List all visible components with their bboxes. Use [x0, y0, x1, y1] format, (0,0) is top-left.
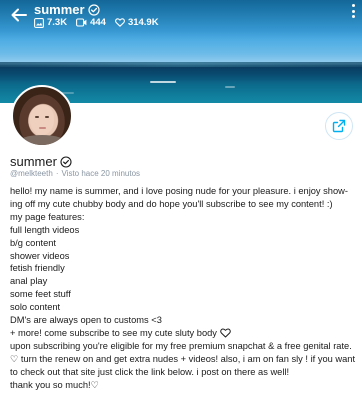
- bio-line: my page features:: [10, 211, 85, 222]
- bio-text: hello! my name is summer, and i love pos…: [10, 185, 356, 392]
- bio-line: anal play: [10, 276, 48, 287]
- bio-line: full length videos: [10, 224, 80, 235]
- profile-header: summer 7.3K 444 314.9K: [0, 0, 362, 34]
- stat-videos-value: 444: [90, 17, 106, 28]
- last-seen: Visto hace 20 minutos: [61, 169, 141, 178]
- avatar-lips: [39, 127, 46, 129]
- bio-line: some feet stuff: [10, 289, 71, 300]
- more-dot-icon: [351, 9, 355, 13]
- heart-icon: [115, 18, 125, 27]
- cover-wave: [150, 81, 176, 83]
- avatar-face: [30, 105, 54, 135]
- cover-horizon: [0, 62, 362, 67]
- arrow-left-icon: [11, 8, 27, 22]
- header-username-text: summer: [34, 2, 85, 17]
- stat-likes: 314.9K: [115, 17, 159, 28]
- verified-icon: [60, 155, 72, 168]
- bio-line: upon subscribing you're eligible for my …: [10, 340, 356, 377]
- share-icon: [332, 119, 346, 133]
- share-button[interactable]: [325, 112, 353, 140]
- bio-line-text: + more! come subscribe to see my cute sl…: [10, 327, 217, 338]
- subline-separator: ·: [55, 169, 59, 178]
- bio-line: fetish friendly: [10, 263, 65, 274]
- bio-line: thank you so much!♡: [10, 379, 99, 390]
- stat-videos: 444: [76, 17, 106, 28]
- avatar-eye: [45, 116, 49, 118]
- bio-line: DM's are always open to customs <3: [10, 315, 162, 326]
- profile-name: summer: [10, 154, 72, 169]
- bio-line: shower videos: [10, 250, 70, 261]
- avatar-shirt: [19, 135, 65, 145]
- stat-photos-value: 7.3K: [47, 17, 68, 28]
- more-dot-icon: [351, 4, 355, 7]
- avatar-eye: [35, 116, 39, 118]
- header-stats: 7.3K 444 314.9K: [34, 17, 159, 28]
- bio-line: hello! my name is summer, and i love pos…: [10, 186, 348, 209]
- stat-photos: 7.3K: [34, 17, 67, 28]
- profile-handle[interactable]: @melkteeth: [10, 169, 53, 178]
- bio-line: solo content: [10, 302, 61, 313]
- video-icon: [76, 18, 87, 27]
- more-dot-icon: [351, 15, 355, 18]
- bio-line-with-heart: + more! come subscribe to see my cute sl…: [10, 327, 356, 340]
- more-menu-button[interactable]: [348, 3, 358, 19]
- stat-likes-value: 314.9K: [127, 17, 159, 28]
- back-button[interactable]: [9, 6, 29, 24]
- profile-subline: @melkteeth · Visto hace 20 minutos: [10, 169, 140, 178]
- heart-outline-icon: [219, 328, 231, 338]
- header-username: summer: [34, 2, 100, 17]
- cover-wave: [225, 86, 235, 88]
- bio-line: b/g content: [10, 237, 57, 248]
- verified-icon: [87, 3, 100, 16]
- profile-name-text: summer: [10, 154, 57, 169]
- image-icon: [34, 17, 44, 28]
- avatar[interactable]: [11, 85, 73, 147]
